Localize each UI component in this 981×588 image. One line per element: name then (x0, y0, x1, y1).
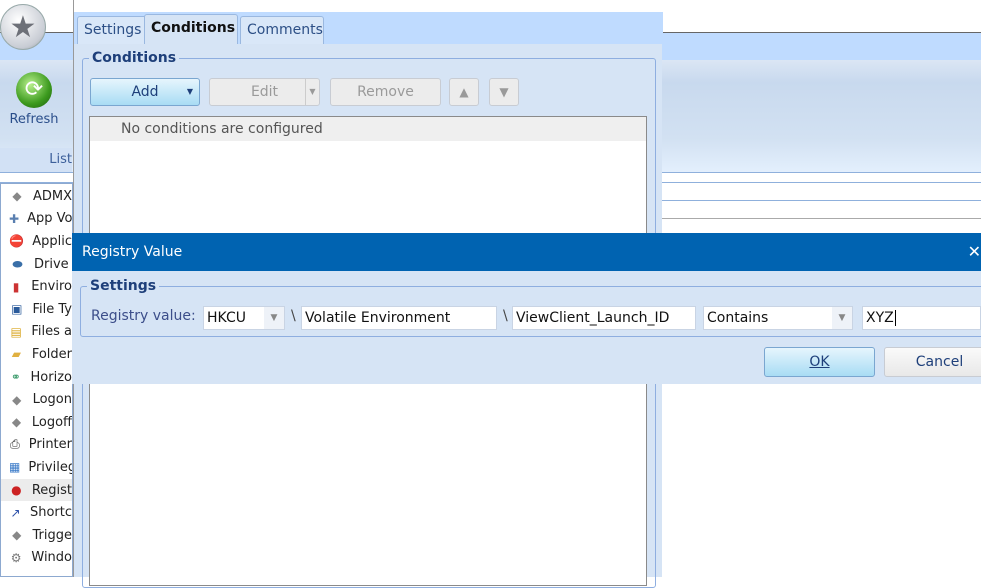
list-item-label: Logoff (31, 414, 72, 430)
list-item[interactable]: ▦ Privileg (1, 456, 72, 479)
match-value-input[interactable]: XYZ (862, 306, 981, 330)
chevron-down-icon: ▼ (186, 87, 193, 96)
list-item[interactable]: ⛔ Applic (1, 230, 72, 253)
list-item[interactable]: ◆ ADMX (1, 185, 72, 208)
registry-value-label: Registry value: (91, 308, 196, 324)
move-up-button[interactable]: ▲ (449, 78, 479, 106)
group-title: Conditions (89, 50, 180, 66)
list-item-label: File Ty (32, 301, 73, 317)
value-name-input[interactable]: ViewClient_Launch_ID (512, 306, 696, 330)
list-item-label: Windo (31, 550, 72, 566)
diamond-icon: ◆ (11, 415, 22, 430)
list-item-label: Regist (31, 482, 72, 498)
application-menu-orb[interactable]: ★ (0, 4, 46, 50)
list-item-label: Folder (31, 346, 72, 362)
list-item-label: Drive (34, 256, 69, 272)
list-item-label: Privileg (28, 459, 72, 475)
puzzle-icon: ✚ (9, 211, 20, 226)
list-item[interactable]: ▮ Enviro (1, 275, 72, 298)
list-item-label: Applic (32, 233, 72, 249)
list-item[interactable]: ● Regist (1, 478, 72, 502)
remove-button[interactable]: Remove (330, 78, 441, 106)
diamond-icon: ◆ (12, 528, 22, 543)
list-item[interactable]: ⎙ Printer (1, 434, 72, 457)
folder-icon: ▰ (11, 347, 22, 362)
add-button[interactable]: Add ▼ (90, 78, 200, 106)
horizon-icon: ⚭ (10, 370, 21, 385)
list-item-label: Enviro (31, 279, 72, 295)
list-item-label: App Vo (27, 211, 72, 227)
drive-icon: ⬬ (12, 256, 23, 271)
file-type-icon: ▣ (11, 302, 23, 317)
refresh-button[interactable]: ⟳ Refresh (4, 72, 64, 127)
list-item[interactable]: ⬬ Drive (1, 253, 72, 276)
printer-icon: ⎙ (10, 437, 20, 452)
list-item[interactable]: ⚙ Windo (1, 547, 72, 570)
environment-icon: ▮ (12, 279, 20, 294)
dialog-titlebar (74, 0, 663, 12)
group-title: Settings (87, 278, 160, 294)
diamond-icon: ◆ (12, 189, 22, 204)
list-item-label: Shortc (29, 505, 72, 521)
list-item[interactable]: ▰ Folder (1, 343, 72, 366)
chevron-down-icon: ▼ (264, 307, 284, 329)
key-path-input[interactable]: Volatile Environment (301, 306, 497, 330)
list-item[interactable]: ◆ Logon (1, 388, 72, 411)
tab-bar: Settings Conditions Comments (74, 12, 663, 44)
registry-value-dialog: Registry Value ✕ Settings Registry value… (72, 233, 981, 384)
list-item[interactable]: ▣ File Ty (1, 298, 72, 321)
application-blocked-icon: ⛔ (9, 234, 25, 249)
refresh-icon: ⟳ (16, 72, 52, 108)
list-item-label: Printer (28, 437, 72, 453)
list-item-label: Horizo (30, 369, 72, 385)
star-icon: ★ (9, 9, 37, 45)
tab-settings[interactable]: Settings (77, 16, 149, 44)
list-item-label: Trigge (32, 527, 73, 543)
diamond-icon: ◆ (12, 392, 22, 407)
edit-button[interactable]: Edit ▼ (209, 78, 320, 106)
dialog-title: Registry Value (72, 233, 981, 271)
shortcut-icon: ↗ (10, 505, 21, 520)
files-icon: ▤ (10, 324, 22, 339)
chevron-down-icon: ▼ (832, 307, 852, 329)
list-item[interactable]: ▤ Files a (1, 321, 72, 344)
list-item[interactable]: ✚ App Vo (1, 208, 72, 231)
tab-conditions[interactable]: Conditions (144, 14, 238, 44)
refresh-label: Refresh (9, 112, 59, 127)
item-list: ◆ ADMX ✚ App Vo ⛔ Applic ⬬ Drive ▮ Enviro ▣ File Ty… (0, 183, 73, 577)
empty-message: No conditions are configured (90, 117, 646, 141)
ribbon-group-label: List (0, 148, 72, 172)
tab-comments[interactable]: Comments (240, 16, 324, 44)
path-separator: \ (503, 308, 508, 324)
list-item[interactable]: ⚭ Horizo (1, 366, 72, 389)
gear-icon: ⚙ (10, 550, 22, 565)
list-item-label: Logon (32, 392, 72, 408)
list-item-label: ADMX (32, 188, 72, 204)
path-separator: \ (291, 308, 296, 324)
move-down-button[interactable]: ▼ (489, 78, 519, 106)
list-item[interactable]: ◆ Logoff (1, 411, 72, 434)
registry-icon: ● (11, 483, 22, 498)
cancel-button[interactable]: Cancel (884, 347, 981, 377)
list-item[interactable]: ◆ Trigge (1, 524, 72, 547)
list-item-label: Files a (31, 324, 72, 340)
hive-select[interactable]: HKCU ▼ (203, 306, 285, 330)
close-icon[interactable]: ✕ (968, 233, 981, 271)
privilege-icon: ▦ (9, 460, 21, 475)
ok-button[interactable]: OK (764, 347, 875, 377)
chevron-down-icon: ▼ (305, 79, 319, 105)
operator-select[interactable]: Contains ▼ (703, 306, 853, 330)
list-item[interactable]: ↗ Shortc (1, 501, 72, 524)
